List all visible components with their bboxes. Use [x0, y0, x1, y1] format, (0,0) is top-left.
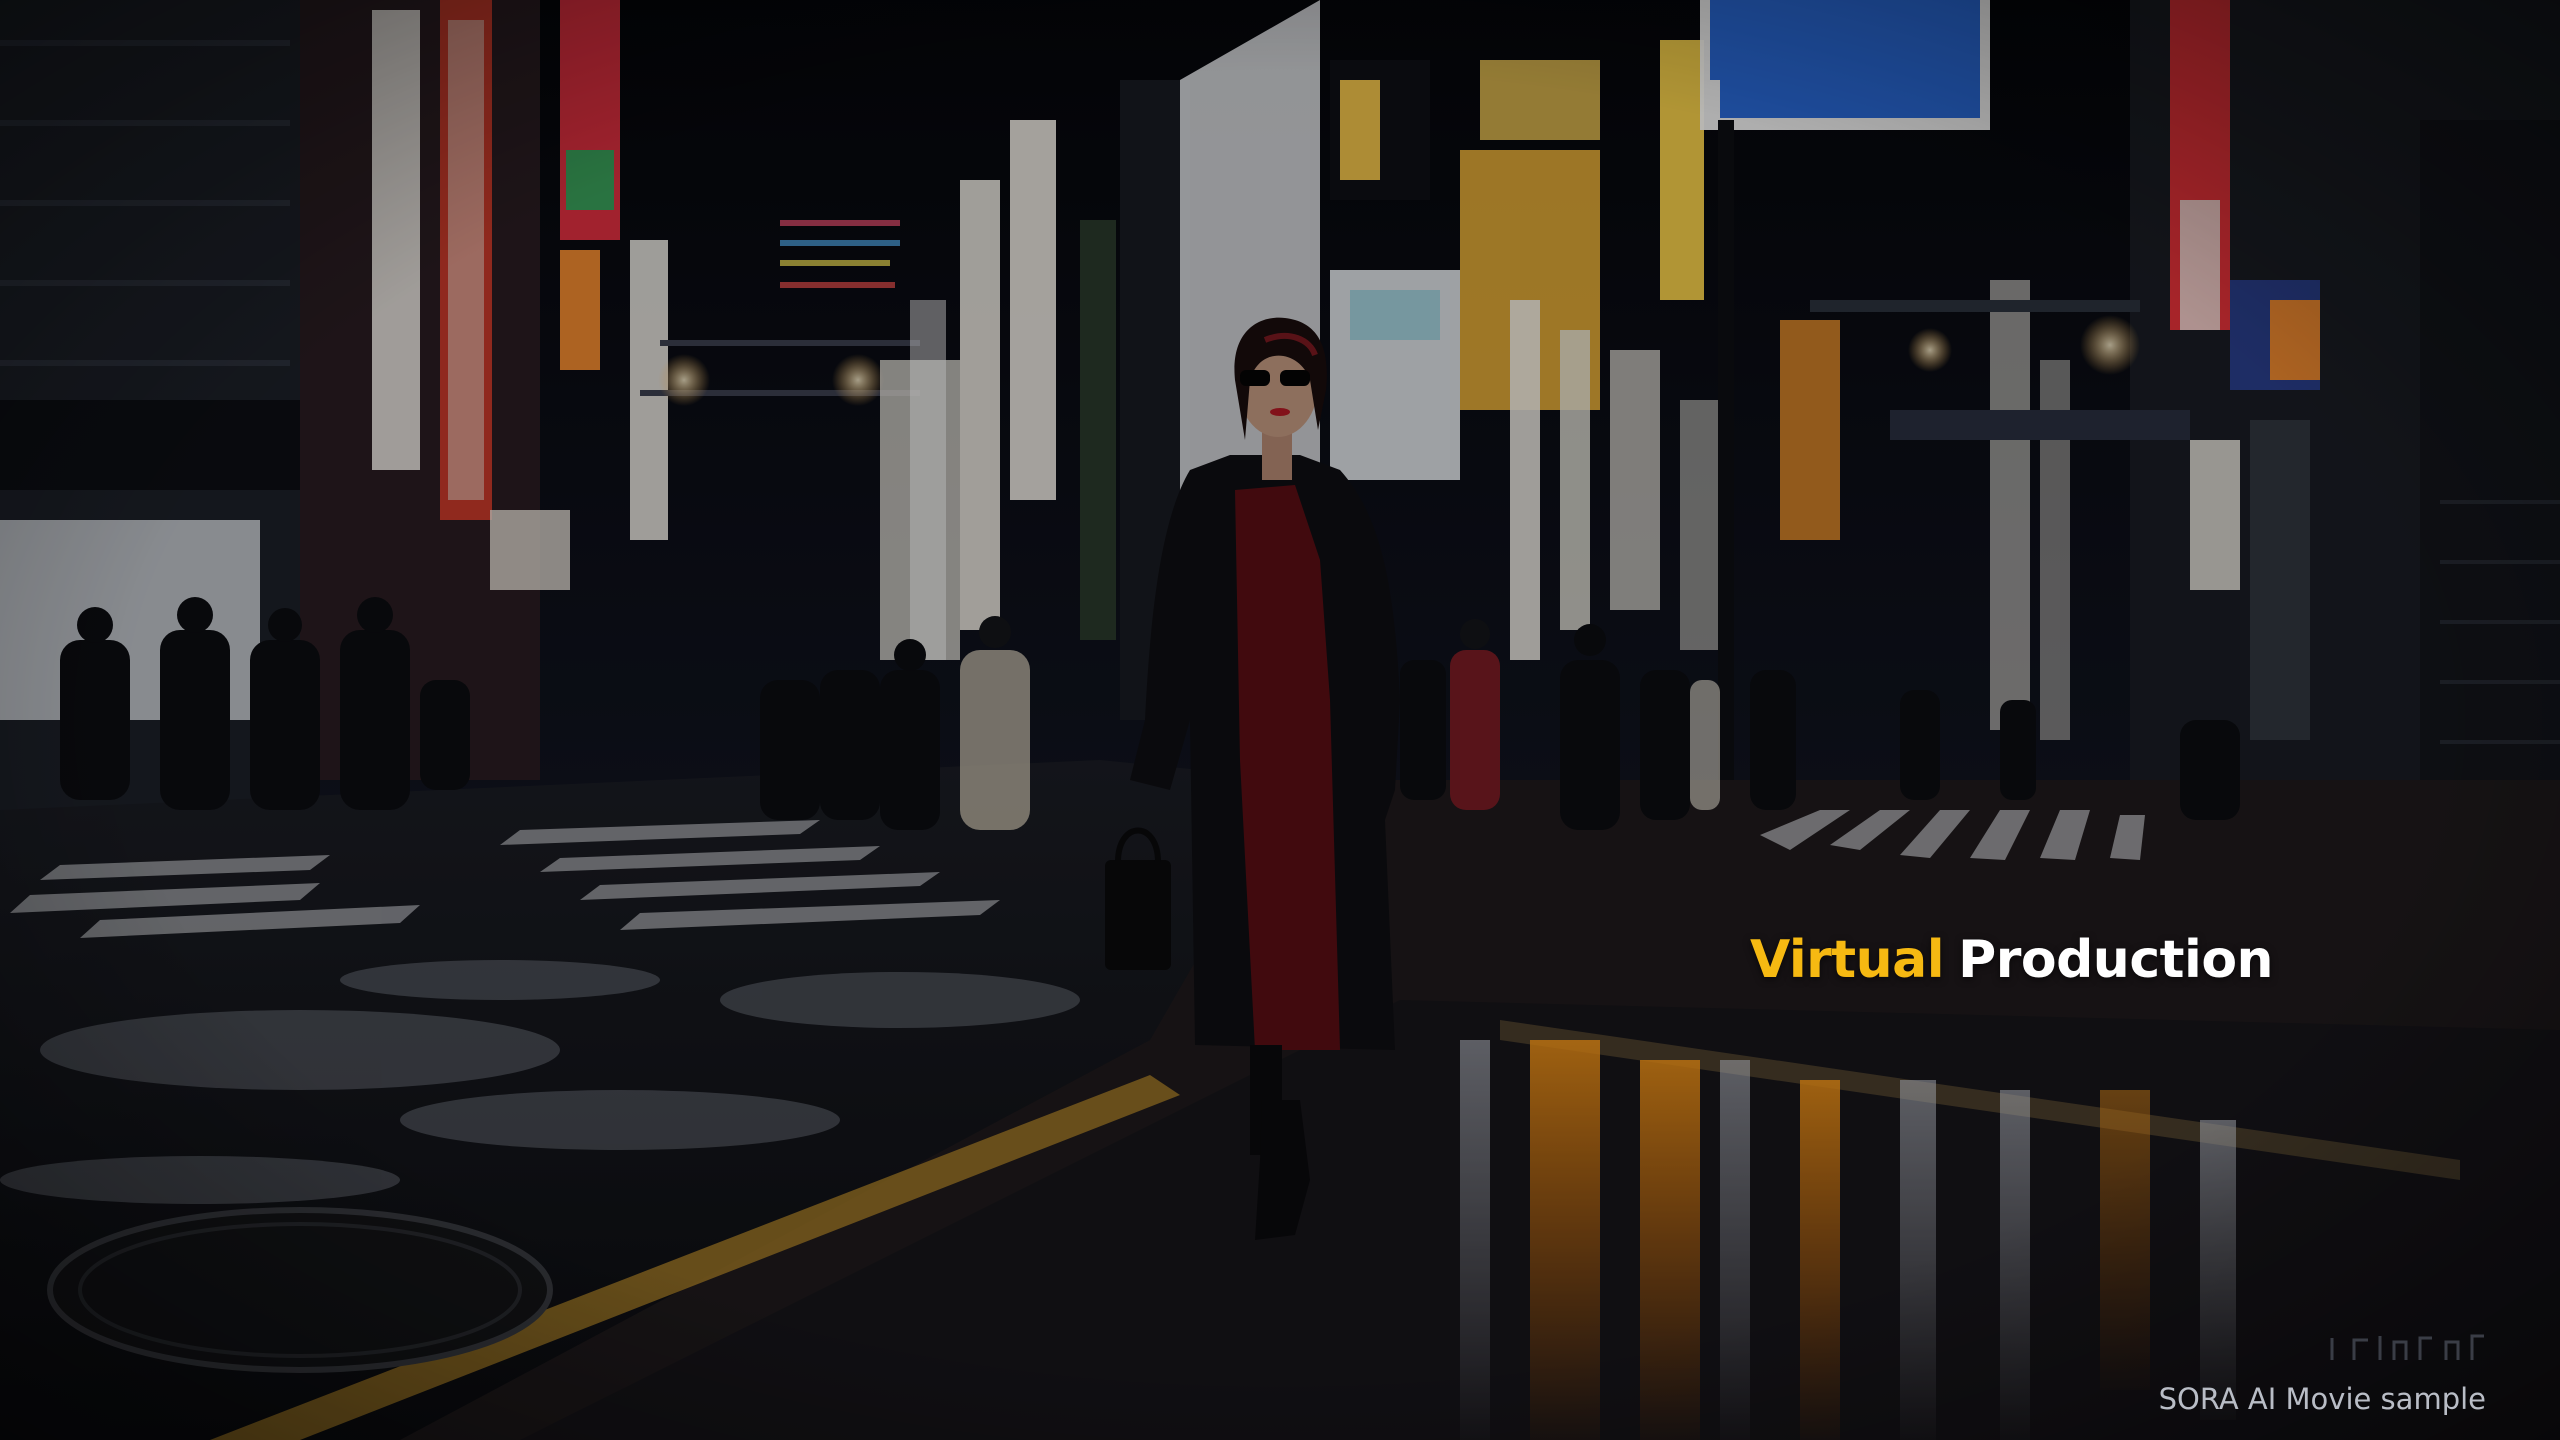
title-highlight-word: Virtual: [1750, 930, 1945, 990]
caption-text: SORA AI Movie sample: [2158, 1382, 2486, 1416]
overlay-title: Virtual Production: [1750, 925, 2274, 995]
title-rest-word: Production: [1958, 930, 2274, 990]
watermark-logo-icon: [2330, 1334, 2484, 1360]
video-frame: Virtual Production SORA AI Movie sample: [0, 0, 2560, 1440]
street-scene-image: [0, 0, 2560, 1440]
